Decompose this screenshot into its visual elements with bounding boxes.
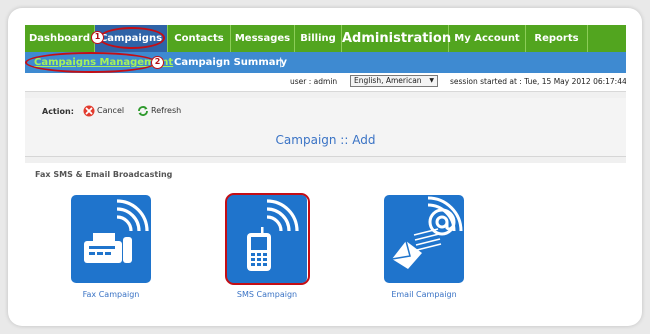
sub-navigation: Campaigns Management Campaign Summary | bbox=[25, 52, 626, 73]
highlight-box-sms-campaign bbox=[225, 193, 310, 285]
nav-administration[interactable]: Administration bbox=[342, 25, 451, 52]
refresh-icon bbox=[138, 106, 148, 116]
dropdown-arrow-icon: ▼ bbox=[429, 77, 434, 84]
nav-dashboard[interactable]: Dashboard bbox=[25, 25, 95, 52]
session-info: session started at : Tue, 15 May 2012 06… bbox=[450, 77, 626, 86]
cancel-icon bbox=[83, 105, 95, 117]
sms-campaign-label[interactable]: SMS Campaign bbox=[207, 290, 327, 299]
app-window: Dashboard Campaigns Contacts Messages Bi… bbox=[25, 25, 626, 310]
refresh-label: Refresh bbox=[151, 106, 182, 115]
user-label: user : admin bbox=[290, 77, 338, 86]
action-label: Action: bbox=[42, 107, 74, 116]
nav-contacts[interactable]: Contacts bbox=[168, 25, 231, 52]
fax-campaign-label[interactable]: Fax Campaign bbox=[51, 290, 171, 299]
nav-campaigns[interactable]: Campaigns bbox=[95, 25, 168, 52]
main-navigation: Dashboard Campaigns Contacts Messages Bi… bbox=[25, 25, 626, 52]
cancel-label: Cancel bbox=[97, 106, 125, 115]
refresh-button[interactable]: Refresh bbox=[137, 104, 181, 118]
email-at-icon bbox=[391, 196, 463, 269]
nav-my-account[interactable]: My Account bbox=[449, 25, 526, 52]
subnav-campaign-summary[interactable]: Campaign Summary bbox=[174, 55, 287, 70]
subnav-separator: | bbox=[279, 57, 283, 68]
step-marker-2: 2 bbox=[151, 56, 164, 69]
language-select[interactable]: English, American ▼ bbox=[350, 75, 438, 87]
page-title: Campaign :: Add bbox=[275, 133, 376, 147]
language-value: English, American bbox=[354, 76, 422, 85]
nav-billing[interactable]: Billing bbox=[295, 25, 342, 52]
email-campaign-tile[interactable] bbox=[384, 195, 464, 283]
fax-machine-icon bbox=[84, 199, 149, 263]
action-bar: Action: Cancel Refresh bbox=[25, 98, 626, 127]
nav-messages[interactable]: Messages bbox=[231, 25, 295, 52]
section-title: Fax SMS & Email Broadcasting bbox=[35, 170, 173, 179]
nav-reports[interactable]: Reports bbox=[526, 25, 588, 52]
page-title-bar: Campaign :: Add bbox=[25, 126, 626, 157]
cancel-button[interactable]: Cancel bbox=[83, 104, 124, 118]
section-gap bbox=[25, 157, 626, 163]
email-campaign-label[interactable]: Email Campaign bbox=[364, 290, 484, 299]
fax-campaign-tile[interactable] bbox=[71, 195, 151, 283]
user-info-bar: user : admin English, American ▼ session… bbox=[25, 73, 626, 92]
step-marker-1: 1 bbox=[91, 31, 104, 44]
